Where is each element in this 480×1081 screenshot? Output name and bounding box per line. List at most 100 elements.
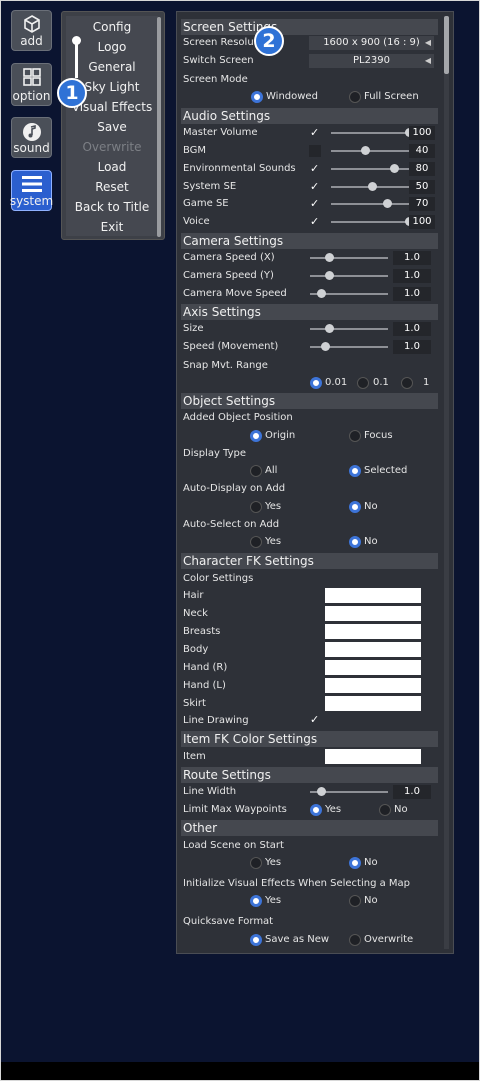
camera-row-value[interactable]: 1.0 — [393, 287, 431, 301]
character-part-color-swatch[interactable] — [325, 588, 421, 603]
camera-row-slider-knob[interactable] — [325, 271, 334, 280]
audio-row-value: 40 — [409, 144, 435, 158]
auto-select-yes-label: Yes — [265, 536, 282, 547]
focus-label: Focus — [364, 430, 393, 441]
audio-row-checkbox[interactable]: ✓ — [310, 180, 319, 193]
menu-item-load[interactable]: Load — [66, 158, 158, 176]
load-scene-no-radio[interactable] — [349, 857, 361, 869]
auto-select-yes-radio[interactable] — [250, 536, 262, 548]
option-tool-label: option — [12, 89, 51, 103]
menu-item-exit[interactable]: Exit — [66, 218, 158, 236]
add-tool-label: add — [20, 34, 43, 48]
auto-display-no-radio[interactable] — [349, 501, 361, 513]
audio-row-label: Game SE — [183, 198, 229, 209]
screen-resolution-dropdown[interactable]: 1600 x 900 (16 : 9) ◀ — [309, 36, 434, 50]
camera-row-slider[interactable] — [310, 275, 388, 277]
audio-row-slider[interactable] — [331, 221, 409, 223]
camera-row-value[interactable]: 1.0 — [393, 251, 431, 265]
auto-select-no-radio[interactable] — [349, 536, 361, 548]
system-tool-button[interactable]: system — [9, 170, 54, 211]
fullscreen-label: Full Screen — [364, 91, 419, 102]
load-scene-yes-radio[interactable] — [250, 857, 262, 869]
line-drawing-checkbox[interactable]: ✓ — [310, 713, 319, 726]
fullscreen-radio[interactable] — [349, 91, 361, 103]
snap-radio-0-01[interactable] — [310, 377, 322, 389]
menu-item-back-to-title[interactable]: Back to Title — [66, 198, 158, 216]
focus-radio[interactable] — [349, 430, 361, 442]
windowed-radio[interactable] — [251, 91, 263, 103]
auto-display-yes-radio[interactable] — [250, 501, 262, 513]
switch-screen-dropdown[interactable]: PL2390 ◀ — [309, 54, 434, 68]
other-header: Other — [181, 820, 438, 836]
menu-item-general[interactable]: General — [66, 58, 158, 76]
audio-row-slider[interactable] — [331, 150, 409, 152]
screen-settings-header: Screen Settings — [181, 19, 438, 35]
camera-settings-header: Camera Settings — [181, 233, 438, 249]
save-as-new-radio[interactable] — [250, 934, 262, 946]
audio-row-slider-knob[interactable] — [383, 199, 392, 208]
screen-resolution-value: 1600 x 900 (16 : 9) — [323, 37, 420, 48]
line-width-value[interactable]: 1.0 — [393, 785, 431, 799]
audio-row-slider[interactable] — [331, 132, 409, 134]
axis-row-slider-knob[interactable] — [321, 342, 330, 351]
audio-row-label: System SE — [183, 181, 237, 192]
display-selected-radio[interactable] — [349, 465, 361, 477]
system-tool-label: system — [9, 194, 54, 208]
camera-row-slider-knob[interactable] — [325, 253, 334, 262]
character-part-color-swatch[interactable] — [325, 642, 421, 657]
snap-range-label: Snap Mvt. Range — [183, 360, 268, 371]
axis-row-value[interactable]: 1.0 — [393, 322, 431, 336]
snap-radio-0-1[interactable] — [357, 377, 369, 389]
character-part-color-swatch[interactable] — [325, 678, 421, 693]
line-width-slider-knob[interactable] — [317, 787, 326, 796]
audio-row-slider-knob[interactable] — [368, 182, 377, 191]
menu-item-config[interactable]: Config — [66, 18, 158, 36]
audio-row-slider[interactable] — [331, 203, 409, 205]
music-note-icon — [12, 122, 51, 142]
axis-row-slider-knob[interactable] — [325, 324, 334, 333]
audio-row-checkbox[interactable] — [309, 145, 321, 157]
waypoints-no-radio[interactable] — [379, 804, 391, 816]
character-part-color-swatch[interactable] — [325, 624, 421, 639]
item-color-swatch[interactable] — [325, 749, 421, 764]
item-color-label: Item — [183, 751, 206, 762]
init-effects-no-radio[interactable] — [349, 895, 361, 907]
camera-row-slider[interactable] — [310, 257, 388, 259]
menu-item-reset[interactable]: Reset — [66, 178, 158, 196]
camera-row-label: Camera Speed (Y) — [183, 270, 274, 281]
character-part-color-swatch[interactable] — [325, 696, 421, 711]
audio-row-checkbox[interactable]: ✓ — [310, 126, 319, 139]
axis-row-slider[interactable] — [310, 328, 388, 330]
audio-row-checkbox[interactable]: ✓ — [310, 197, 319, 210]
display-all-radio[interactable] — [250, 465, 262, 477]
audio-row-slider-knob[interactable] — [361, 146, 370, 155]
load-scene-label: Load Scene on Start — [183, 840, 284, 851]
character-part-color-swatch[interactable] — [325, 660, 421, 675]
audio-row-slider-knob[interactable] — [390, 164, 399, 173]
audio-row-checkbox[interactable]: ✓ — [310, 215, 319, 228]
add-tool-button[interactable]: add — [11, 10, 52, 51]
snap-radio-1[interactable] — [401, 377, 413, 389]
menu-item-overwrite: Overwrite — [82, 140, 142, 154]
option-tool-button[interactable]: option — [11, 63, 52, 106]
character-part-color-swatch[interactable] — [325, 606, 421, 621]
caret-left-icon: ◀ — [424, 56, 431, 65]
config-scroll-thumb[interactable] — [444, 16, 449, 74]
origin-radio[interactable] — [250, 430, 262, 442]
waypoints-yes-radio[interactable] — [310, 804, 322, 816]
audio-row-value: 80 — [409, 162, 435, 176]
object-settings-header: Object Settings — [181, 393, 438, 409]
camera-row-slider-knob[interactable] — [317, 289, 326, 298]
auto-display-no-label: No — [364, 501, 378, 512]
save-as-new-label: Save as New — [265, 934, 330, 945]
camera-row-label: Camera Move Speed — [183, 288, 287, 299]
camera-row-value[interactable]: 1.0 — [393, 269, 431, 283]
audio-row-checkbox[interactable]: ✓ — [310, 162, 319, 175]
sound-tool-button[interactable]: sound — [11, 117, 52, 158]
config-scroll-track[interactable] — [444, 74, 449, 949]
init-effects-yes-radio[interactable] — [250, 895, 262, 907]
axis-row-value[interactable]: 1.0 — [393, 340, 431, 354]
axis-row-label: Speed (Movement) — [183, 341, 279, 352]
menu-item-save[interactable]: Save — [66, 118, 158, 136]
overwrite-radio[interactable] — [349, 934, 361, 946]
